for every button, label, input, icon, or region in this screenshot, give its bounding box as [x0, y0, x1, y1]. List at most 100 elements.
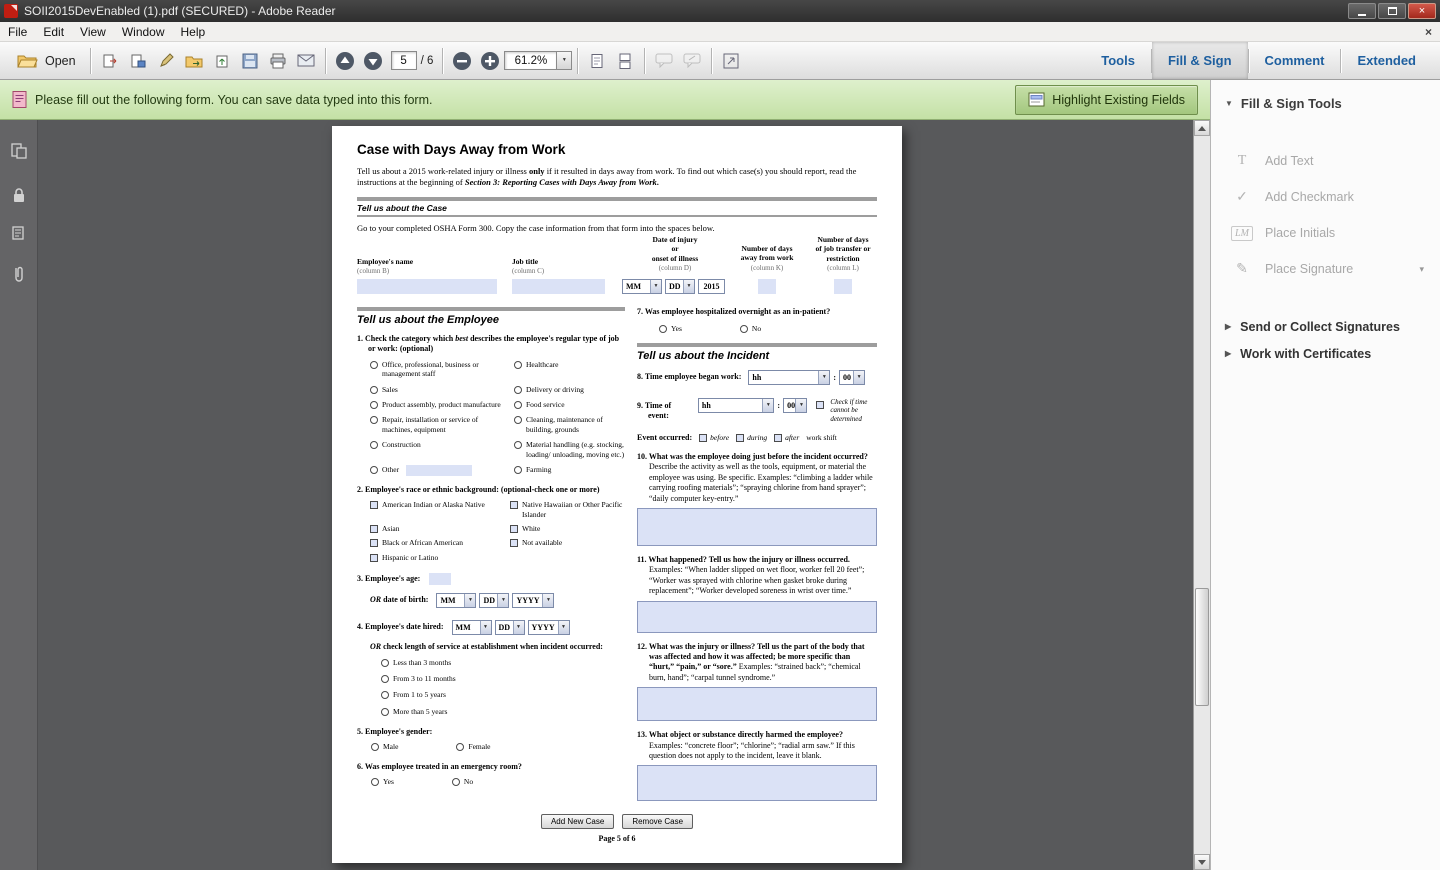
scrollbar-thumb[interactable] — [1195, 588, 1209, 706]
q2-option-checkbox[interactable] — [510, 501, 518, 509]
add-text-tool[interactable]: T Add Text — [1211, 143, 1440, 179]
q1-option-radio[interactable] — [370, 416, 378, 424]
vertical-scrollbar[interactable] — [1193, 120, 1210, 870]
q2-option-checkbox[interactable] — [370, 554, 378, 562]
injury-year-field[interactable]: 2015 — [698, 279, 725, 294]
single-page-view-button[interactable] — [583, 47, 611, 75]
menu-file[interactable]: File — [0, 23, 35, 41]
days-away-field[interactable] — [758, 279, 776, 294]
hired-month-select[interactable]: MM▼ — [452, 620, 492, 635]
page-thumbnails-button[interactable] — [0, 134, 38, 168]
dob-day-select[interactable]: DD▼ — [479, 593, 509, 608]
zoom-dropdown-button[interactable]: ▼ — [556, 51, 572, 70]
dob-year-select[interactable]: YYYY▼ — [512, 593, 554, 608]
page-number-input[interactable]: 5 — [391, 51, 417, 70]
service-option-radio[interactable] — [381, 659, 389, 667]
menu-edit[interactable]: Edit — [35, 23, 72, 41]
q1-option-radio[interactable] — [514, 361, 522, 369]
send-file-button[interactable] — [180, 47, 208, 75]
work-with-certificates-section[interactable]: ▶ Work with Certificates — [1211, 340, 1440, 367]
time-undetermined-checkbox[interactable] — [816, 401, 824, 409]
gender-option-radio[interactable] — [371, 743, 379, 751]
event-hour-select[interactable]: hh▼ — [698, 398, 775, 413]
add-new-case-button[interactable]: Add New Case — [541, 814, 614, 829]
place-initials-tool[interactable]: LM Place Initials — [1211, 215, 1440, 251]
email-button[interactable] — [292, 47, 320, 75]
export-pages-button[interactable] — [96, 47, 124, 75]
injury-day-select[interactable]: DD▼ — [665, 279, 695, 294]
other-occupation-field[interactable] — [406, 465, 472, 476]
menubar-close-icon[interactable]: × — [1425, 25, 1432, 39]
convert-page-button[interactable] — [124, 47, 152, 75]
hospitalized-option-radio[interactable] — [659, 325, 667, 333]
q2-option-checkbox[interactable] — [370, 501, 378, 509]
attachments-panel-button[interactable] — [0, 258, 38, 292]
tab-extended[interactable]: Extended — [1341, 42, 1432, 79]
fill-sign-panel-header[interactable]: ▼ Fill & Sign Tools — [1211, 80, 1440, 121]
days-transfer-field[interactable] — [834, 279, 852, 294]
q10-answer-field[interactable] — [637, 508, 877, 546]
service-option-radio[interactable] — [381, 675, 389, 683]
q1-option-radio[interactable] — [370, 466, 378, 474]
hired-year-select[interactable]: YYYY▼ — [528, 620, 570, 635]
signature-dropdown-icon[interactable]: ▾ — [1419, 264, 1430, 275]
q1-option-radio[interactable] — [514, 441, 522, 449]
event-before-checkbox[interactable] — [699, 434, 707, 442]
dob-month-select[interactable]: MM▼ — [436, 593, 476, 608]
zoom-level-value[interactable]: 61.2% — [504, 51, 556, 70]
menu-window[interactable]: Window — [114, 23, 173, 41]
sticky-note-button[interactable] — [650, 47, 678, 75]
q2-option-checkbox[interactable] — [510, 525, 518, 533]
q1-option-radio[interactable] — [514, 386, 522, 394]
er-option-radio[interactable] — [452, 778, 460, 786]
q1-option-radio[interactable] — [370, 441, 378, 449]
q2-option-checkbox[interactable] — [370, 525, 378, 533]
employee-name-field[interactable] — [357, 279, 497, 294]
tab-comment[interactable]: Comment — [1249, 42, 1341, 79]
began-work-hour-select[interactable]: hh▼ — [748, 370, 830, 385]
tab-fill-sign[interactable]: Fill & Sign — [1152, 42, 1248, 79]
scroll-down-button[interactable] — [1194, 854, 1210, 870]
share-upload-button[interactable] — [208, 47, 236, 75]
zoom-in-button[interactable] — [476, 47, 504, 75]
q2-option-checkbox[interactable] — [370, 539, 378, 547]
q1-option-radio[interactable] — [514, 466, 522, 474]
scroll-up-button[interactable] — [1194, 120, 1210, 136]
q1-option-radio[interactable] — [370, 361, 378, 369]
service-option-radio[interactable] — [381, 691, 389, 699]
er-option-radio[interactable] — [371, 778, 379, 786]
q1-option-radio[interactable] — [370, 401, 378, 409]
service-option-radio[interactable] — [381, 708, 389, 716]
maximize-button[interactable] — [1378, 3, 1406, 19]
minimize-button[interactable] — [1348, 3, 1376, 19]
event-minute-select[interactable]: 00▼ — [783, 398, 807, 413]
hospitalized-option-radio[interactable] — [740, 325, 748, 333]
began-work-minute-select[interactable]: 00▼ — [839, 370, 865, 385]
event-during-checkbox[interactable] — [736, 434, 744, 442]
injury-month-select[interactable]: MM▼ — [622, 279, 662, 294]
tab-tools[interactable]: Tools — [1085, 42, 1151, 79]
highlight-existing-fields-button[interactable]: Highlight Existing Fields — [1015, 85, 1198, 115]
open-button[interactable]: Open — [8, 48, 85, 74]
save-button[interactable] — [236, 47, 264, 75]
event-after-checkbox[interactable] — [774, 434, 782, 442]
next-page-button[interactable] — [359, 47, 387, 75]
close-button[interactable]: × — [1408, 3, 1436, 19]
q12-answer-field[interactable] — [637, 687, 877, 721]
layers-panel-button[interactable] — [0, 216, 38, 250]
security-panel-button[interactable] — [0, 178, 38, 212]
q13-answer-field[interactable] — [637, 765, 877, 801]
print-button[interactable] — [264, 47, 292, 75]
zoom-out-button[interactable] — [448, 47, 476, 75]
send-collect-signatures-section[interactable]: ▶ Send or Collect Signatures — [1211, 313, 1440, 340]
remove-case-button[interactable]: Remove Case — [622, 814, 693, 829]
menu-view[interactable]: View — [72, 23, 114, 41]
gender-option-radio[interactable] — [456, 743, 464, 751]
fullscreen-button[interactable] — [717, 47, 745, 75]
continuous-scroll-button[interactable] — [611, 47, 639, 75]
previous-page-button[interactable] — [331, 47, 359, 75]
menu-help[interactable]: Help — [173, 23, 214, 41]
q2-option-checkbox[interactable] — [510, 539, 518, 547]
hired-day-select[interactable]: DD▼ — [495, 620, 525, 635]
add-checkmark-tool[interactable]: ✓ Add Checkmark — [1211, 179, 1440, 215]
